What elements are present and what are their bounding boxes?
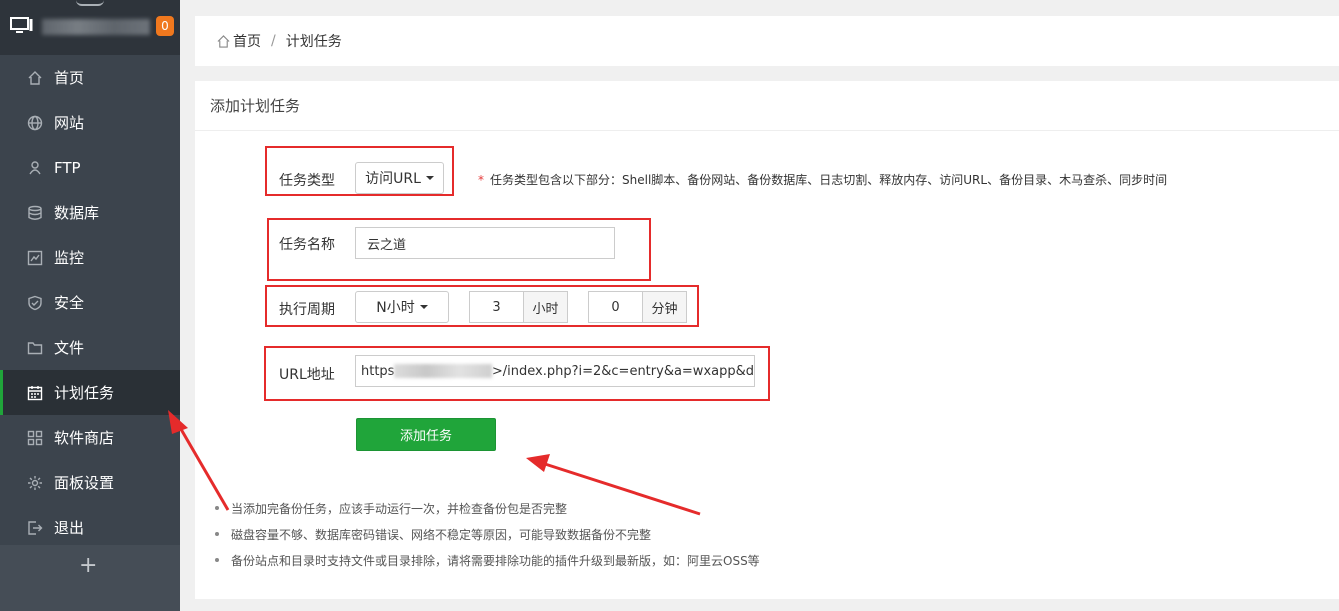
annotation-box-period (265, 285, 699, 327)
calendar-icon (26, 384, 44, 402)
sidebar-header: 0 (0, 0, 180, 55)
sidebar-item-cron[interactable]: 计划任务 (0, 370, 180, 415)
sidebar-item-label: 面板设置 (54, 474, 115, 492)
ftp-icon (26, 159, 44, 177)
sidebar-item-ftp[interactable]: FTP (0, 145, 180, 190)
annotation-box-url (264, 346, 770, 401)
annotation-box-task-type (265, 146, 454, 196)
sidebar-item-website[interactable]: 网站 (0, 100, 180, 145)
sidebar-item-label: 数据库 (54, 204, 100, 222)
sidebar-item-label: 监控 (54, 249, 85, 267)
grid-icon (26, 429, 44, 447)
globe-icon (26, 114, 44, 132)
list-item: 备份站点和目录时支持文件或目录排除，请将需要排除功能的插件升级到最新版，如：阿里… (215, 547, 760, 573)
breadcrumb-home-link[interactable]: 首页 (233, 31, 261, 51)
sidebar: 0 首页 网站 FTP 数据库 监控 安全 文件 计划任务 软件商店 面板设置 … (0, 0, 180, 611)
breadcrumb-separator: / (271, 33, 276, 49)
sidebar-menu: 首页 网站 FTP 数据库 监控 安全 文件 计划任务 软件商店 面板设置 退出 (0, 55, 180, 550)
sidebar-item-monitor[interactable]: 监控 (0, 235, 180, 280)
add-shortcut-button[interactable]: + (79, 553, 97, 578)
notes-list: 当添加完备份任务，应该手动运行一次，并检查备份包是否完整 磁盘容量不够、数据库密… (215, 495, 760, 573)
task-type-hint-text: 任务类型包含以下部分：Shell脚本、备份网站、备份数据库、日志切割、释放内存、… (490, 173, 1168, 187)
sidebar-item-label: 退出 (54, 519, 85, 537)
breadcrumb: 首页 / 计划任务 (195, 16, 1339, 66)
server-name-redacted (42, 19, 150, 35)
sidebar-item-security[interactable]: 安全 (0, 280, 180, 325)
sidebar-item-label: 网站 (54, 114, 85, 132)
sidebar-item-logout[interactable]: 退出 (0, 505, 180, 550)
sidebar-item-label: 首页 (54, 69, 85, 87)
notification-badge[interactable]: 0 (156, 16, 174, 36)
panel-title: 添加计划任务 (195, 81, 1339, 131)
home-icon (217, 34, 230, 48)
gear-icon (26, 474, 44, 492)
logout-icon (26, 519, 44, 537)
add-task-button[interactable]: 添加任务 (356, 418, 496, 451)
breadcrumb-current: 计划任务 (285, 34, 342, 50)
list-item: 磁盘容量不够、数据库密码错误、网络不稳定等原因，可能导致数据备份不完整 (215, 521, 760, 547)
monitor-chart-icon (26, 249, 44, 267)
sidebar-item-label: 安全 (54, 294, 85, 312)
database-icon (26, 204, 44, 222)
folder-icon (26, 339, 44, 357)
collapse-handle[interactable] (76, 0, 104, 6)
sidebar-item-database[interactable]: 数据库 (0, 190, 180, 235)
sidebar-footer: + (0, 545, 180, 611)
sidebar-item-label: 软件商店 (54, 429, 115, 447)
sidebar-item-label: 计划任务 (54, 384, 115, 402)
sidebar-item-home[interactable]: 首页 (0, 55, 180, 100)
sidebar-item-label: FTP (54, 158, 81, 177)
required-star: * (478, 173, 484, 187)
list-item: 当添加完备份任务，应该手动运行一次，并检查备份包是否完整 (215, 495, 760, 521)
home-icon (26, 69, 44, 87)
sidebar-item-store[interactable]: 软件商店 (0, 415, 180, 460)
task-type-hint: * 任务类型包含以下部分：Shell脚本、备份网站、备份数据库、日志切割、释放内存… (478, 171, 1167, 188)
sidebar-item-label: 文件 (54, 339, 85, 357)
sidebar-item-settings[interactable]: 面板设置 (0, 460, 180, 505)
sidebar-item-files[interactable]: 文件 (0, 325, 180, 370)
annotation-box-task-name (267, 218, 651, 281)
shield-icon (26, 294, 44, 312)
server-monitor-icon (10, 17, 33, 33)
